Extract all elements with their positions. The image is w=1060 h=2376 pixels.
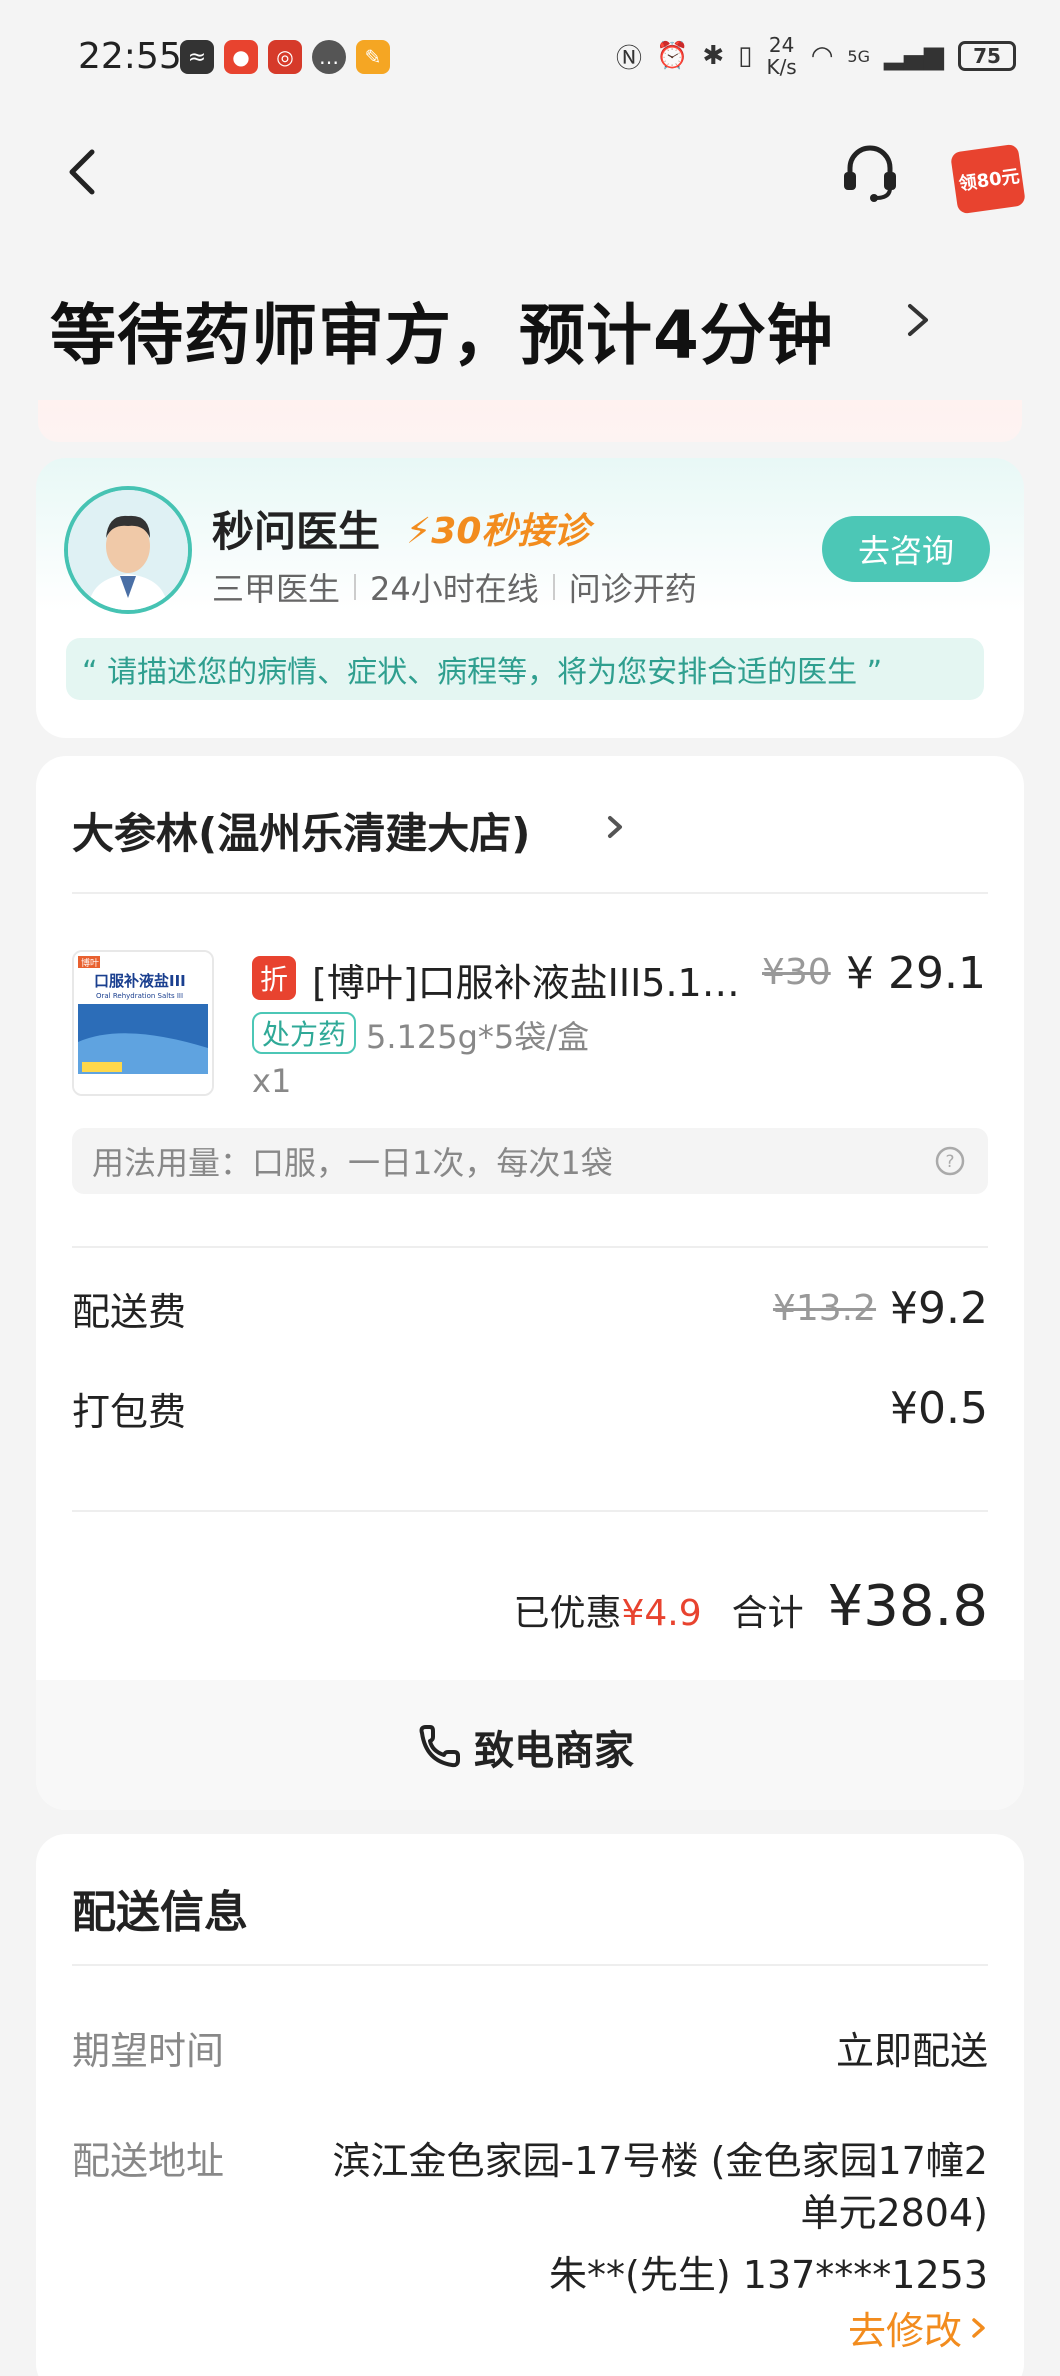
fee-amount: ¥0.5 [890, 1383, 988, 1434]
fee-value-group: ¥0.5 [890, 1383, 988, 1434]
order-total: 已优惠 ¥4.9 合计 ¥38.8 [513, 1574, 988, 1639]
doctor-portrait-icon [68, 490, 188, 610]
speed-value: 24 [769, 33, 794, 57]
notification-icons: ≈ ● ◎ … ✎ [180, 40, 390, 74]
status-strip [38, 400, 1022, 442]
total-label: 合计 [732, 1584, 804, 1636]
alarm-icon: ⏰ [656, 41, 688, 71]
status-time: 22:55 [78, 36, 182, 77]
network-speed: 24 K/s [766, 34, 796, 78]
delivery-info-card: 配送信息 期望时间 立即配送 配送地址 滨江金色家园-17号楼 (金色家园17幢… [36, 1834, 1024, 2376]
chat-icon: … [312, 40, 346, 74]
product-spec: 5.125g*5袋/盒 [366, 1012, 589, 1058]
coupon-button[interactable]: 领80元 [948, 126, 1026, 216]
total-amount: ¥38.8 [828, 1574, 988, 1639]
doctor-name: 秒问医生 [212, 498, 380, 559]
battery-indicator: 75 [958, 41, 1016, 71]
call-merchant-button[interactable]: 致电商家 [414, 1718, 634, 1776]
divider [72, 892, 988, 894]
image-brand: 博叶 [81, 957, 99, 969]
top-nav: 领80元 [0, 118, 1060, 238]
tag-divider [354, 574, 356, 600]
doctor-tag: 三甲医生 [212, 564, 340, 610]
product-price: ¥ 29.1 [846, 948, 986, 999]
fast-response-badge: ⚡30秒接诊 [406, 502, 589, 554]
divider [72, 1246, 988, 1248]
address-line-2: 单元2804) [800, 2182, 988, 2237]
doctor-consult-card: 秒问医生 ⚡30秒接诊 三甲医生 24小时在线 问诊开药 去咨询 “ 请描述您的… [36, 458, 1024, 738]
wifi-icon: ◠ [811, 41, 834, 71]
app-icon-1: ≈ [180, 40, 214, 74]
consult-prompt[interactable]: “ 请描述您的病情、症状、病程等，将为您安排合适的医生 ” [66, 638, 984, 700]
discount-badge: 折 [252, 956, 296, 1000]
call-merchant-area: 致电商家 [36, 1680, 1024, 1810]
product-image[interactable]: 博叶 口服补液盐III Oral Rehydration Salts III [72, 950, 214, 1096]
bluetooth-icon: ✱ [702, 41, 724, 71]
store-name[interactable]: 大参林(温州乐清建大店) [72, 800, 530, 861]
edit-address-link[interactable]: 去修改 [848, 2300, 988, 2355]
nfc-icon: Ⓝ [616, 38, 642, 75]
original-price: ¥30 [762, 952, 831, 993]
order-status-title[interactable]: 等待药师审方，预计4分钟 [50, 282, 834, 378]
svg-text:?: ? [945, 1152, 954, 1172]
product-name[interactable]: [博叶]口服补液盐III5.125g*5袋/盒 [312, 952, 762, 1007]
saved-amount: ¥4.9 [622, 1593, 702, 1634]
address-label: 配送地址 [72, 2130, 224, 2185]
fast-response-label: 30秒接诊 [431, 511, 589, 552]
question-mark-icon[interactable]: ? [934, 1145, 966, 1177]
chevron-right-icon[interactable] [900, 298, 936, 342]
expected-time-value: 立即配送 [836, 2020, 988, 2075]
contact-info: 朱**(先生) 137****1253 [549, 2244, 988, 2299]
chevron-right-icon[interactable] [604, 812, 626, 842]
chevron-right-icon [970, 2314, 988, 2342]
product-quantity: x1 [252, 1062, 291, 1100]
app-icon-2: ● [224, 40, 258, 74]
fee-label: 配送费 [72, 1281, 186, 1336]
address-line-1: 滨江金色家园-17号楼 (金色家园17幢2 [332, 2130, 988, 2185]
signal-icon: ▂▄▆ [884, 41, 944, 71]
fee-original: ¥13.2 [773, 1288, 876, 1329]
call-merchant-label: 致电商家 [474, 1718, 634, 1776]
delivery-title: 配送信息 [72, 1876, 248, 1940]
app-icon-5: ✎ [356, 40, 390, 74]
status-indicators: Ⓝ ⏰ ✱ ▯ 24 K/s ◠ 5G ▂▄▆ 75 [616, 34, 1016, 78]
fee-value-group: ¥13.2 ¥9.2 [773, 1283, 988, 1334]
speed-unit: K/s [766, 55, 796, 79]
lightning-icon: ⚡ [406, 511, 431, 552]
phone-icon [414, 1723, 462, 1771]
fee-label: 打包费 [72, 1381, 186, 1436]
customer-service-icon[interactable] [836, 138, 904, 206]
order-card: 大参林(温州乐清建大店) 博叶 口服补液盐III Oral Rehydratio… [36, 756, 1024, 1810]
fee-amount: ¥9.2 [890, 1283, 988, 1334]
app-icon-3: ◎ [268, 40, 302, 74]
tag-divider [553, 574, 555, 600]
expected-time-label: 期望时间 [72, 2020, 224, 2075]
usage-instructions: 用法用量：口服，一日1次，每次1袋 ? [72, 1128, 988, 1194]
consult-button[interactable]: 去咨询 [822, 516, 990, 582]
delivery-fee-row: 配送费 ¥13.2 ¥9.2 [72, 1278, 988, 1338]
saved-label: 已优惠 [513, 1584, 621, 1636]
doctor-tag: 问诊开药 [569, 564, 697, 610]
divider [72, 1510, 988, 1512]
image-subtitle: Oral Rehydration Salts III [96, 992, 183, 1000]
doctor-avatar [64, 486, 192, 614]
image-title: 口服补液盐III [94, 972, 186, 990]
vibrate-icon: ▯ [738, 41, 752, 71]
doctor-tag: 24小时在线 [370, 564, 539, 610]
doctor-tags: 三甲医生 24小时在线 问诊开药 [212, 564, 697, 610]
packing-fee-row: 打包费 ¥0.5 [72, 1378, 988, 1438]
back-arrow-icon[interactable] [54, 142, 114, 202]
status-bar: 22:55 ≈ ● ◎ … ✎ Ⓝ ⏰ ✱ ▯ 24 K/s ◠ 5G ▂▄▆ … [0, 0, 1060, 118]
usage-text: 用法用量：口服，一日1次，每次1袋 [92, 1138, 613, 1184]
medicine-box-icon: 博叶 口服补液盐III Oral Rehydration Salts III [74, 952, 212, 1094]
prescription-badge: 处方药 [252, 1012, 356, 1054]
signal-label: 5G [847, 47, 870, 66]
edit-link-label: 去修改 [848, 2300, 962, 2355]
divider [72, 1964, 988, 1966]
